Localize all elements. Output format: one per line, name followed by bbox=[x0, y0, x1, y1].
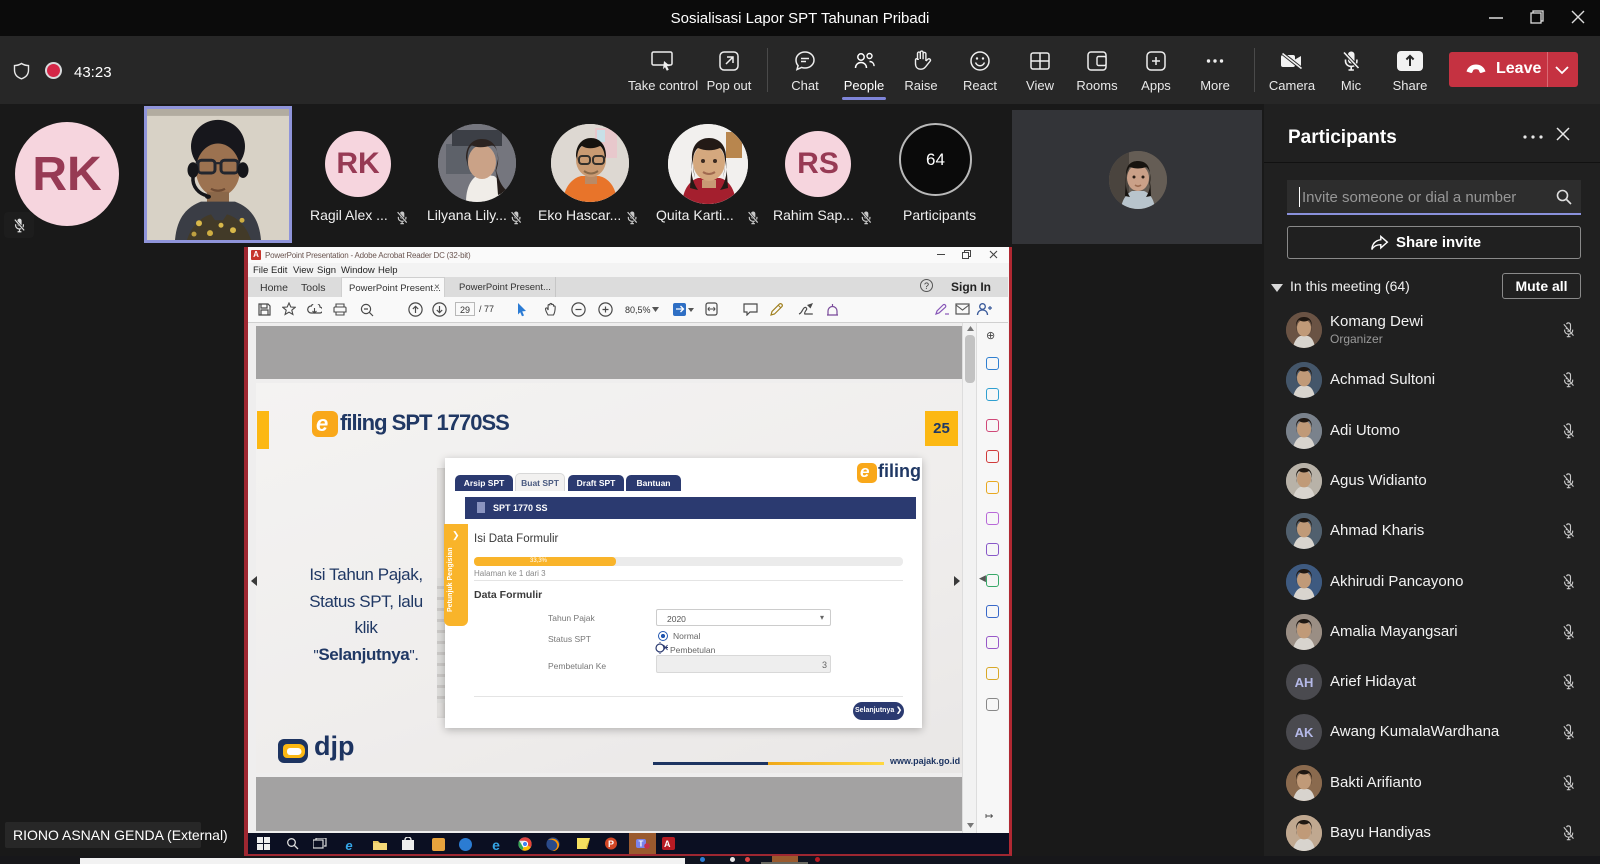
svg-text:T: T bbox=[639, 840, 644, 849]
svg-text:A: A bbox=[664, 839, 671, 849]
svg-text:P: P bbox=[608, 839, 614, 849]
